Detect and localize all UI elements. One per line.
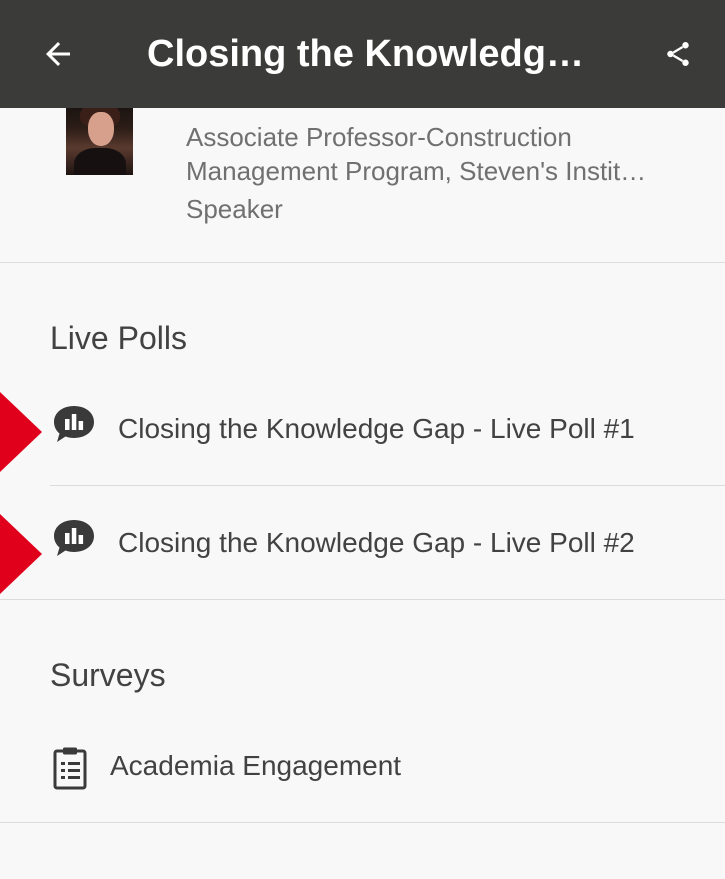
share-icon — [667, 42, 689, 66]
page-title: Closing the Knowledge… — [147, 33, 597, 75]
poll-chat-icon — [50, 515, 98, 563]
survey-item-label: Academia Engagement — [110, 750, 402, 781]
speaker-card[interactable]: Associate Professor-Construction Managem… — [0, 108, 725, 263]
live-poll-item-label: Closing the Knowledge Gap - Live Poll #1 — [118, 413, 635, 444]
speaker-role-line-2: Management Program, Steven's Instit… — [186, 156, 647, 186]
session-detail-screen: Closing the Knowledge… Associate Profess… — [0, 0, 725, 879]
divider — [0, 599, 725, 600]
speaker-role: Associate Professor-Construction Managem… — [186, 120, 686, 188]
clipboard-icon — [46, 744, 94, 792]
live-poll-item-2[interactable]: Closing the Knowledge Gap - Live Poll #2 — [0, 487, 725, 600]
back-button[interactable] — [34, 30, 82, 78]
speaker-avatar — [66, 108, 133, 175]
poll-chat-icon — [50, 401, 98, 449]
live-poll-item-label: Closing the Knowledge Gap - Live Poll #2 — [118, 527, 635, 558]
speaker-label: Speaker — [186, 194, 283, 224]
divider — [0, 822, 725, 823]
surveys-heading: Surveys — [50, 657, 166, 693]
divider — [50, 485, 725, 486]
app-bar: Closing the Knowledge… — [0, 0, 725, 108]
arrow-marker-icon — [0, 392, 42, 472]
arrow-marker-icon — [0, 514, 42, 594]
survey-item-1[interactable]: Academia Engagement — [0, 710, 725, 823]
live-polls-heading: Live Polls — [50, 320, 187, 356]
speaker-role-line-1: Associate Professor-Construction — [186, 122, 572, 152]
share-button[interactable] — [654, 30, 702, 78]
arrow-left-icon — [46, 42, 70, 66]
live-poll-item-1[interactable]: Closing the Knowledge Gap - Live Poll #1 — [0, 373, 725, 486]
